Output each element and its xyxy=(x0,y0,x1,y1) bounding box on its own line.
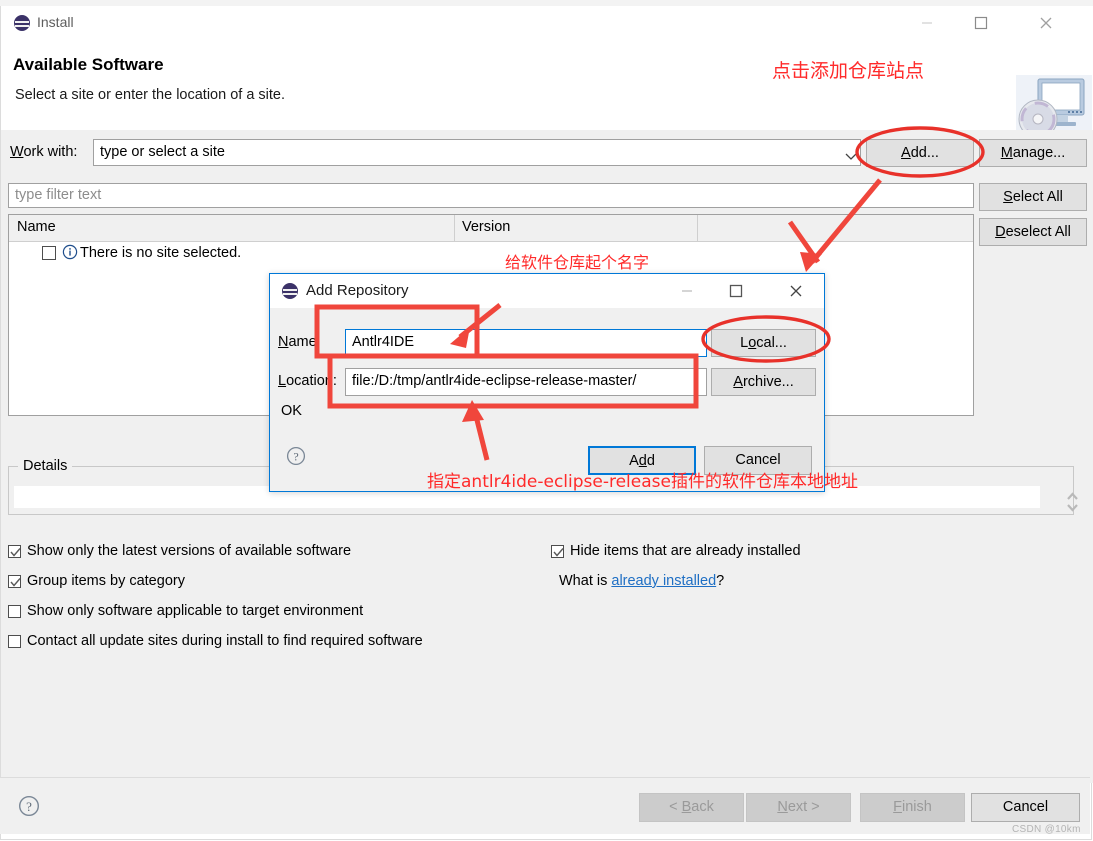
checkbox-label: Group items by category xyxy=(27,573,185,589)
cancel-button[interactable]: Cancel xyxy=(971,793,1080,822)
checkbox-label: Hide items that are already installed xyxy=(570,543,801,559)
eclipse-icon xyxy=(13,14,31,32)
maximize-icon[interactable] xyxy=(958,6,1004,39)
checkbox-box xyxy=(551,545,564,558)
already-installed-link[interactable]: already installed xyxy=(611,573,716,589)
chevron-down-icon[interactable] xyxy=(845,148,857,164)
row-checkbox[interactable] xyxy=(42,246,56,263)
checkbox-box xyxy=(8,635,21,648)
finish-button[interactable]: Finish xyxy=(860,793,965,822)
deselect-all-button[interactable]: Deselect All xyxy=(979,218,1087,246)
checkbox-box xyxy=(8,605,21,618)
column-divider[interactable] xyxy=(454,215,455,241)
checkbox-label: Show only software applicable to target … xyxy=(27,603,364,619)
next-button[interactable]: Next > xyxy=(746,793,851,822)
add-button[interactable]: Add... xyxy=(866,139,974,167)
window-titlebar: Install xyxy=(1,6,1093,39)
spinner-up-down-icon[interactable] xyxy=(1066,490,1079,517)
checkbox-box xyxy=(8,575,21,588)
dialog-titlebar: Add Repository xyxy=(270,274,824,308)
details-label: Details xyxy=(18,458,73,474)
watermark: CSDN @10km xyxy=(1012,824,1081,835)
annotation-middle-text: 给软件仓库起个名字 xyxy=(505,253,650,272)
location-label: Location: xyxy=(278,373,337,389)
column-header-name[interactable]: Name xyxy=(17,219,56,235)
page-subtitle: Select a site or enter the location of a… xyxy=(15,87,286,103)
dialog-title: Add Repository xyxy=(306,282,409,299)
back-button[interactable]: < Back xyxy=(639,793,744,822)
archive-button[interactable]: Archive... xyxy=(711,368,816,396)
what-is-suffix: ? xyxy=(716,573,725,589)
help-question-icon[interactable]: ? xyxy=(286,446,306,469)
work-with-label: Work with: xyxy=(10,144,78,160)
work-with-combo[interactable]: type or select a site xyxy=(93,139,861,166)
wizard-header: Available Software Select a site or ente… xyxy=(1,39,1093,141)
svg-text:?: ? xyxy=(293,450,298,464)
filter-input[interactable]: type filter text xyxy=(8,183,974,208)
dialog-status-text: OK xyxy=(281,403,302,419)
column-divider[interactable] xyxy=(697,215,698,241)
info-icon xyxy=(62,244,78,263)
minimize-icon[interactable] xyxy=(666,274,708,308)
name-label: Name: xyxy=(278,334,321,350)
what-is-already-installed: What is already installed? xyxy=(559,573,724,589)
row-name: There is no site selected. xyxy=(80,245,242,261)
checkbox-label: Contact all update sites during install … xyxy=(27,633,423,649)
filter-placeholder: type filter text xyxy=(15,187,102,203)
select-all-button[interactable]: Select All xyxy=(979,183,1087,211)
add-repository-dialog: Add Repository Name: Antlr4IDE Local... … xyxy=(269,273,825,492)
local-button[interactable]: Local... xyxy=(711,329,816,357)
name-input[interactable]: Antlr4IDE xyxy=(345,329,707,357)
table-row[interactable]: There is no site selected. xyxy=(9,241,973,267)
checkbox-box xyxy=(8,545,21,558)
minimize-icon[interactable] xyxy=(904,6,950,39)
what-is-prefix: What is xyxy=(559,573,612,589)
checkbox-label: Show only the latest versions of availab… xyxy=(27,543,352,559)
page-title: Available Software xyxy=(13,55,164,74)
svg-text:?: ? xyxy=(26,799,32,814)
annotation-bottom-text: 指定antlr4ide-eclipse-release插件的软件仓库本地地址 xyxy=(427,472,858,492)
close-icon[interactable] xyxy=(775,274,817,308)
help-question-icon[interactable]: ? xyxy=(18,795,40,820)
name-value: Antlr4IDE xyxy=(352,334,415,350)
background-window-text: .... ... ..... ........ ..... ......... … xyxy=(8,0,256,3)
eclipse-icon xyxy=(281,282,299,300)
location-input[interactable]: file:/D:/tmp/antlr4ide-eclipse-release-m… xyxy=(345,368,707,396)
work-with-value: type or select a site xyxy=(100,144,225,160)
close-icon[interactable] xyxy=(1023,6,1069,39)
location-value: file:/D:/tmp/antlr4ide-eclipse-release-m… xyxy=(352,373,637,389)
maximize-icon[interactable] xyxy=(715,274,757,308)
table-header: Name Version xyxy=(9,215,973,242)
window-title: Install xyxy=(37,14,74,30)
column-header-version[interactable]: Version xyxy=(462,219,510,235)
annotation-top-text: 点击添加仓库站点 xyxy=(772,60,925,82)
manage-button[interactable]: Manage... xyxy=(979,139,1087,167)
